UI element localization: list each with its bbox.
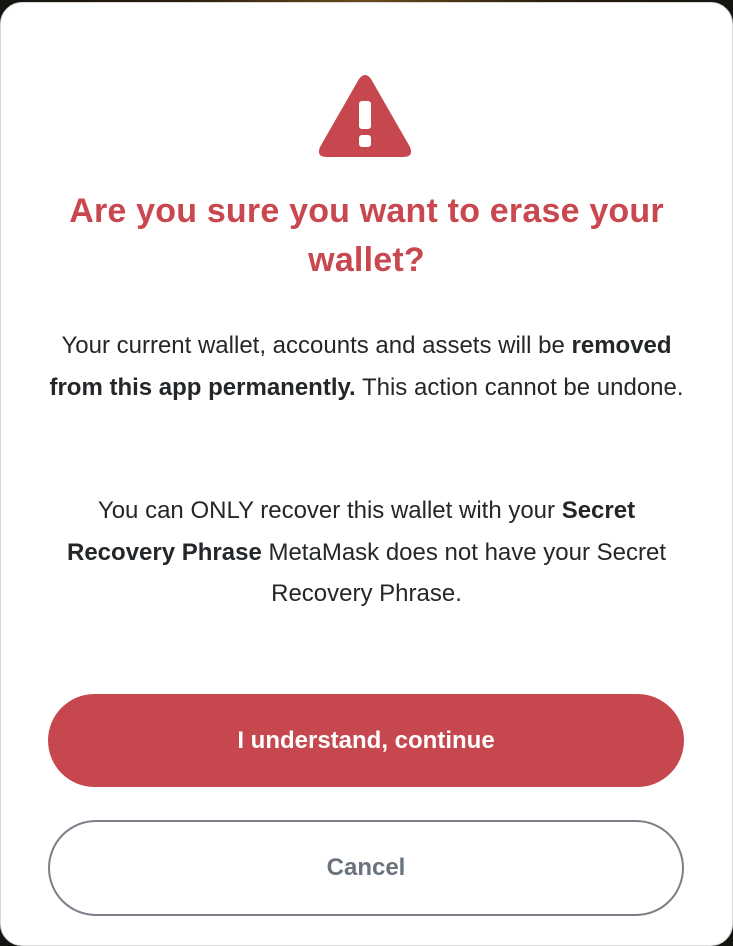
recovery-message: You can ONLY recover this wallet with yo…	[41, 490, 692, 615]
erase-wallet-dialog: Are you sure you want to erase your wall…	[0, 2, 733, 946]
warning-triangle-icon	[318, 75, 412, 157]
warning-message-text-b: This action cannot be undone.	[355, 373, 684, 401]
dialog-title: Are you sure you want to erase your wall…	[69, 192, 664, 279]
warning-message-text-a: Your current wallet, accounts and assets…	[61, 332, 572, 359]
recovery-message-text-a: You can ONLY recover this wallet with yo…	[97, 497, 562, 524]
recovery-message-text-b: MetaMask does not have your Secret Recov…	[261, 538, 666, 608]
warning-message: Your current wallet, accounts and assets…	[41, 325, 692, 408]
cancel-button[interactable]: Cancel	[48, 820, 684, 916]
continue-button[interactable]: I understand, continue	[48, 694, 684, 787]
